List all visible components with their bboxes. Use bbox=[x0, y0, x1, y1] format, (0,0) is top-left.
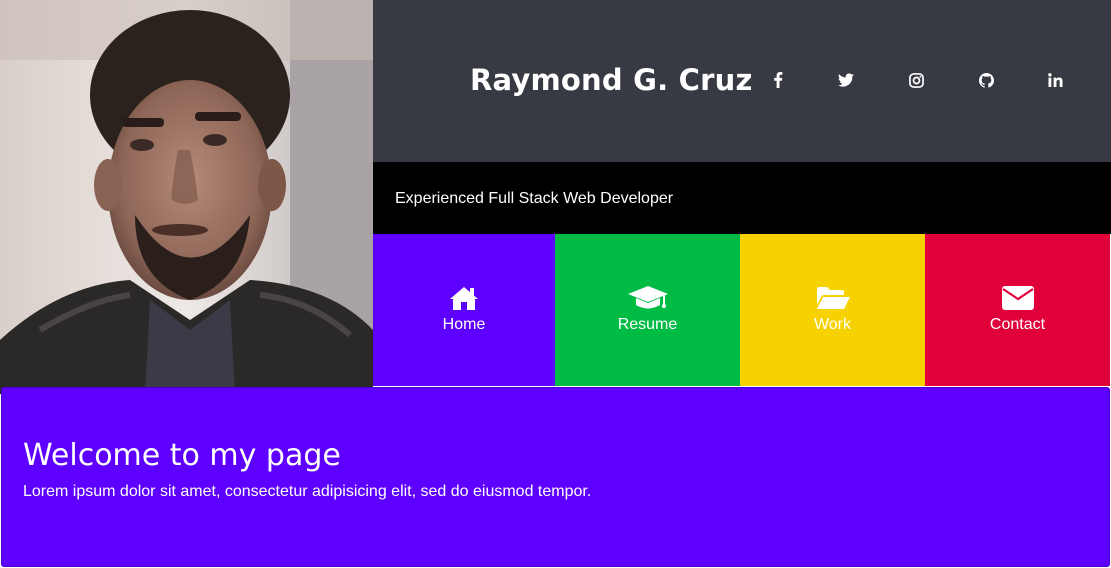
nav-resume-label: Resume bbox=[617, 316, 678, 333]
site-header: Raymond G. Cruz bbox=[373, 0, 1111, 162]
facebook-link[interactable] bbox=[767, 69, 789, 91]
facebook-icon bbox=[774, 72, 783, 88]
site-owner-name: Raymond G. Cruz bbox=[470, 63, 753, 97]
github-icon bbox=[978, 72, 994, 88]
nav-home-label: Home bbox=[442, 316, 486, 333]
nav-contact[interactable]: Contact bbox=[925, 234, 1110, 386]
welcome-title: Welcome to my page bbox=[23, 438, 341, 473]
profile-photo bbox=[0, 0, 373, 394]
twitter-link[interactable] bbox=[835, 69, 857, 91]
envelope-icon bbox=[1001, 284, 1034, 312]
nav-home[interactable]: Home bbox=[373, 234, 555, 386]
twitter-icon bbox=[838, 73, 854, 87]
home-icon bbox=[449, 284, 479, 312]
folder-open-icon bbox=[815, 284, 851, 312]
linkedin-icon bbox=[1047, 73, 1062, 87]
linkedin-link[interactable] bbox=[1044, 69, 1066, 91]
instagram-link[interactable] bbox=[905, 69, 927, 91]
welcome-panel: Welcome to my page Lorem ipsum dolor sit… bbox=[1, 387, 1110, 567]
welcome-text: Lorem ipsum dolor sit amet, consectetur … bbox=[23, 483, 592, 500]
github-link[interactable] bbox=[975, 69, 997, 91]
profile-photo-illustration bbox=[0, 0, 373, 394]
nav-contact-label: Contact bbox=[989, 316, 1046, 333]
nav-resume[interactable]: Resume bbox=[555, 234, 740, 386]
tagline-bar: Experienced Full Stack Web Developer bbox=[373, 162, 1111, 234]
tagline-text: Experienced Full Stack Web Developer bbox=[395, 190, 674, 207]
nav-work-label: Work bbox=[813, 316, 852, 333]
graduation-cap-icon bbox=[627, 284, 669, 312]
instagram-icon bbox=[908, 72, 924, 88]
nav-work[interactable]: Work bbox=[740, 234, 925, 386]
